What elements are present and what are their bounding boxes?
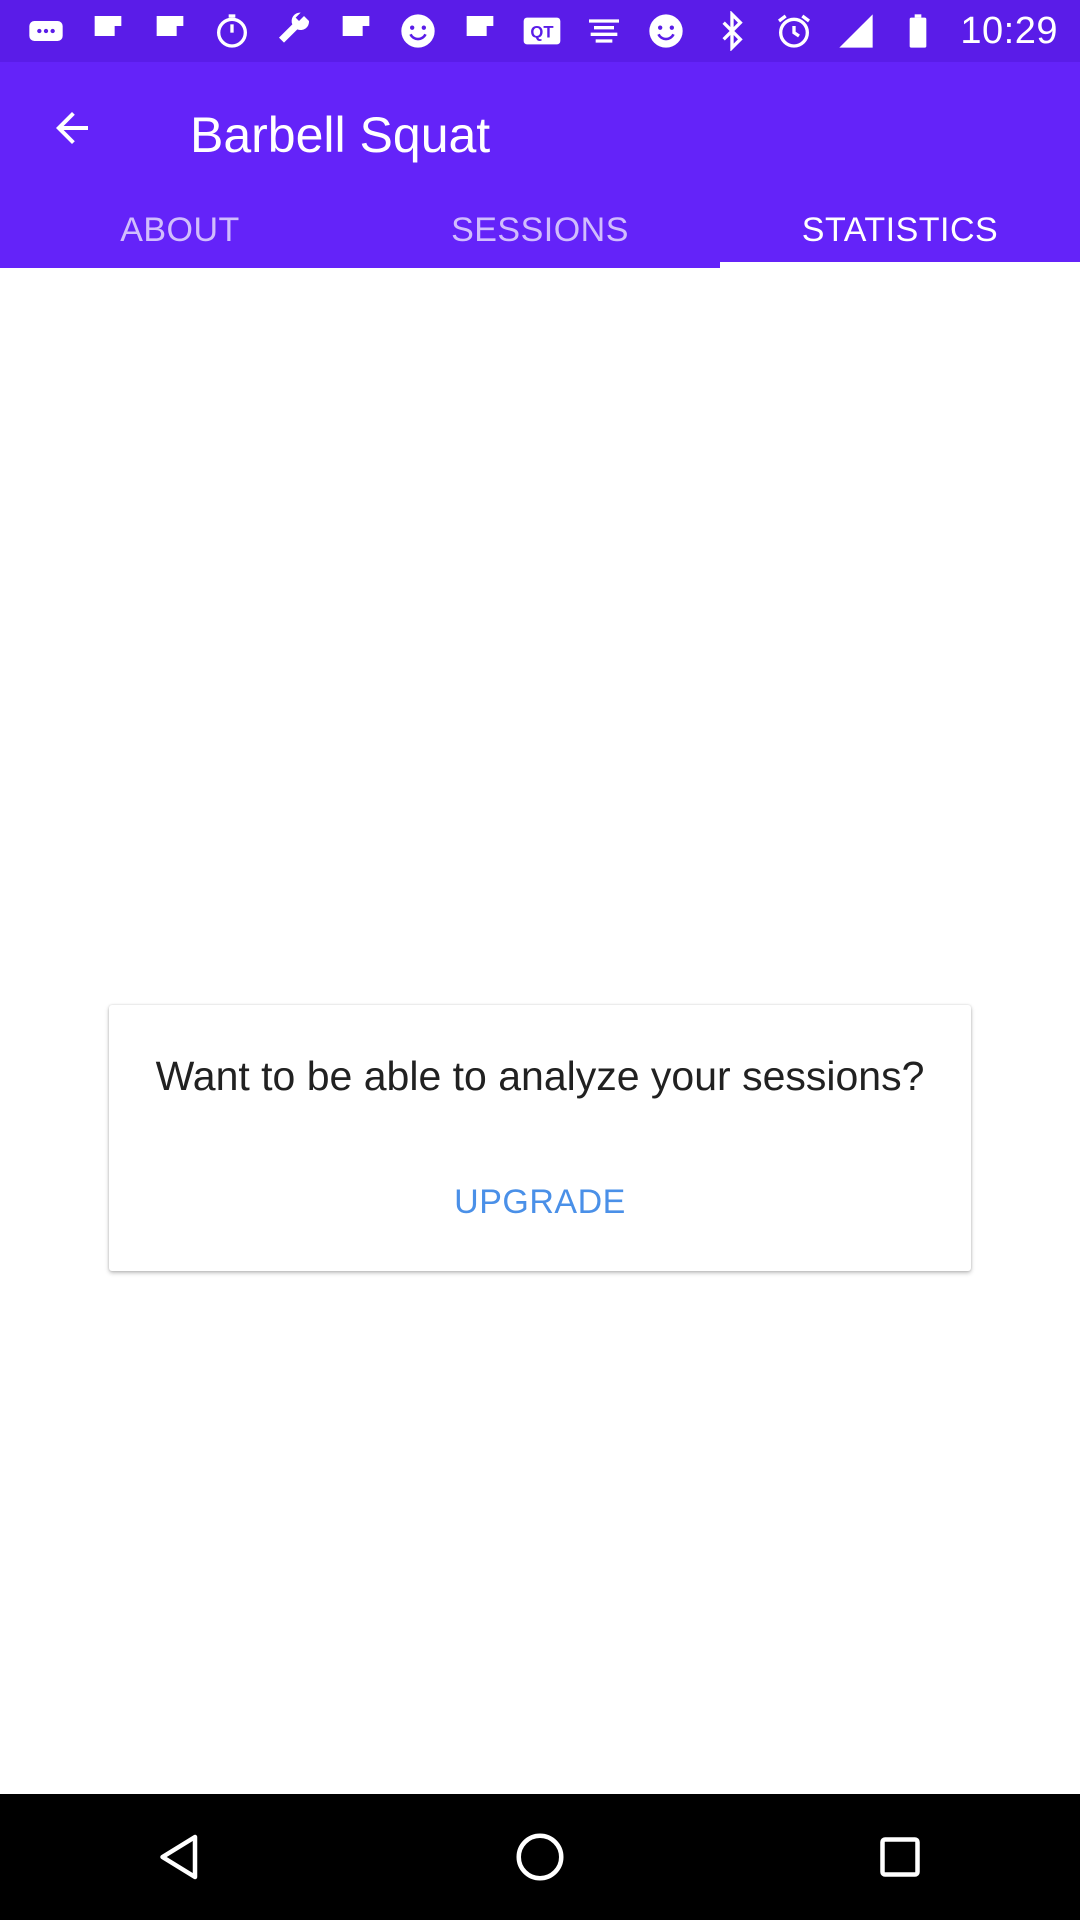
status-time: 10:29 — [960, 9, 1058, 52]
qt-label: QT — [530, 23, 553, 42]
tab-sessions[interactable]: SESSIONS — [360, 192, 720, 268]
bluetooth-icon — [712, 11, 752, 51]
tab-bar: ABOUT SESSIONS STATISTICS — [0, 192, 1080, 268]
upgrade-card: Want to be able to analyze your sessions… — [109, 1005, 971, 1271]
status-bar: QT 10:29 — [0, 0, 1080, 62]
flipboard-icon — [336, 11, 376, 51]
smiley-icon — [646, 11, 686, 51]
battery-icon — [898, 11, 938, 51]
nav-recents-button[interactable] — [860, 1817, 940, 1897]
nav-back-button[interactable] — [140, 1817, 220, 1897]
smiley-icon — [398, 11, 438, 51]
tab-statistics[interactable]: STATISTICS — [720, 192, 1080, 268]
stopwatch-icon — [212, 11, 252, 51]
app-bar: Barbell Squat ABOUT SESSIONS STATISTICS — [0, 62, 1080, 268]
nav-home-button[interactable] — [500, 1817, 580, 1897]
app-icon — [584, 11, 624, 51]
back-button[interactable] — [40, 96, 104, 160]
alarm-icon — [774, 11, 814, 51]
upgrade-button[interactable]: UPGRADE — [438, 1175, 642, 1230]
page-title: Barbell Squat — [190, 107, 491, 163]
signal-icon — [836, 11, 876, 51]
back-icon — [160, 1834, 198, 1880]
recents-icon — [880, 1837, 920, 1877]
navigation-bar — [0, 1794, 1080, 1920]
notification-icons: QT — [26, 11, 686, 51]
system-icons: 10:29 — [712, 10, 1058, 53]
flipboard-icon — [88, 11, 128, 51]
flipboard-icon — [150, 11, 190, 51]
qt-icon: QT — [522, 11, 562, 51]
upgrade-message: Want to be able to analyze your sessions… — [155, 1053, 925, 1099]
wrench-icon — [274, 11, 314, 51]
home-icon — [516, 1833, 564, 1881]
screen: QT 10:29 Barbell Squat ABOUT SESSIONS ST… — [0, 0, 1080, 1920]
message-icon — [26, 11, 66, 51]
flipboard-icon — [460, 11, 500, 51]
tab-about[interactable]: ABOUT — [0, 192, 360, 268]
arrow-left-icon — [56, 112, 88, 144]
